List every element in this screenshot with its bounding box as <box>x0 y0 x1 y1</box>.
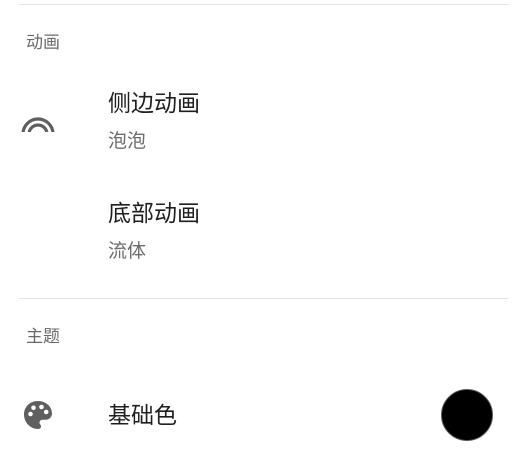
pref-summary: 流体 <box>108 240 147 262</box>
color-swatch[interactable] <box>441 389 493 441</box>
pref-summary: 泡泡 <box>108 130 147 152</box>
pref-title: 底部动画 <box>108 201 200 227</box>
palette-icon <box>24 401 52 429</box>
pref-side-animation[interactable]: 侧边动画 泡泡 <box>0 80 516 180</box>
pref-bottom-animation[interactable]: 底部动画 流体 <box>0 190 516 290</box>
section-header-animation: 动画 <box>26 33 60 53</box>
section-header-theme: 主题 <box>26 327 60 347</box>
section-divider <box>19 298 508 299</box>
pref-title: 基础色 <box>108 403 177 429</box>
top-divider <box>19 4 508 5</box>
pref-base-color[interactable]: 基础色 <box>0 380 516 452</box>
rainbow-arc-icon <box>21 117 55 132</box>
pref-title: 侧边动画 <box>108 91 200 117</box>
